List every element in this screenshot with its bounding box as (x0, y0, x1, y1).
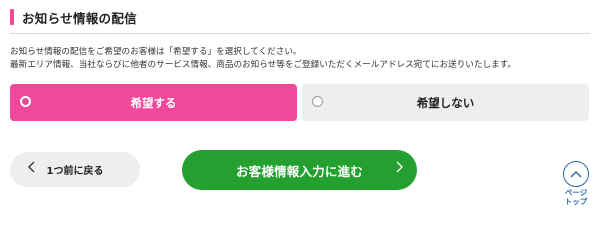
section-header: お知らせ情報の配信 (10, 6, 590, 28)
back-button[interactable]: 1つ前に戻る (10, 152, 140, 187)
section-title: お知らせ情報の配信 (22, 10, 137, 26)
description: お知らせ情報の配信をご希望のお客様は「希望する」を選択してください。 最新エリア… (10, 46, 590, 72)
description-line-1: お知らせ情報の配信をご希望のお客様は「希望する」を選択してください。 (10, 47, 302, 57)
section-accent-bar (10, 9, 14, 25)
page-top-label: ページ トップ (561, 188, 591, 206)
page-top-label-line-1: ページ (564, 188, 588, 197)
option-wish[interactable]: 希望する (10, 84, 297, 121)
page-top-button[interactable]: ページ トップ (563, 161, 593, 217)
radio-selected-icon[interactable] (20, 96, 31, 107)
page-top-label-line-2: トップ (564, 197, 588, 206)
next-button-label: お客様情報入力に進む (235, 163, 363, 179)
chevron-left-icon (28, 161, 35, 176)
section-divider (10, 33, 590, 34)
option-no-wish-label: 希望しない (416, 95, 475, 110)
radio-unselected-icon[interactable] (312, 96, 323, 107)
next-button[interactable]: お客様情報入力に進む (182, 150, 417, 190)
option-wish-label: 希望する (130, 95, 177, 110)
chevron-right-icon (396, 161, 403, 176)
option-no-wish[interactable]: 希望しない (302, 84, 589, 121)
back-button-label: 1つ前に戻る (46, 166, 104, 177)
description-line-2: 最新エリア情報、当社ならびに他者のサービス情報、商品のお知らせ等をご登録いただく… (10, 60, 517, 70)
chevron-up-icon[interactable] (563, 161, 589, 187)
